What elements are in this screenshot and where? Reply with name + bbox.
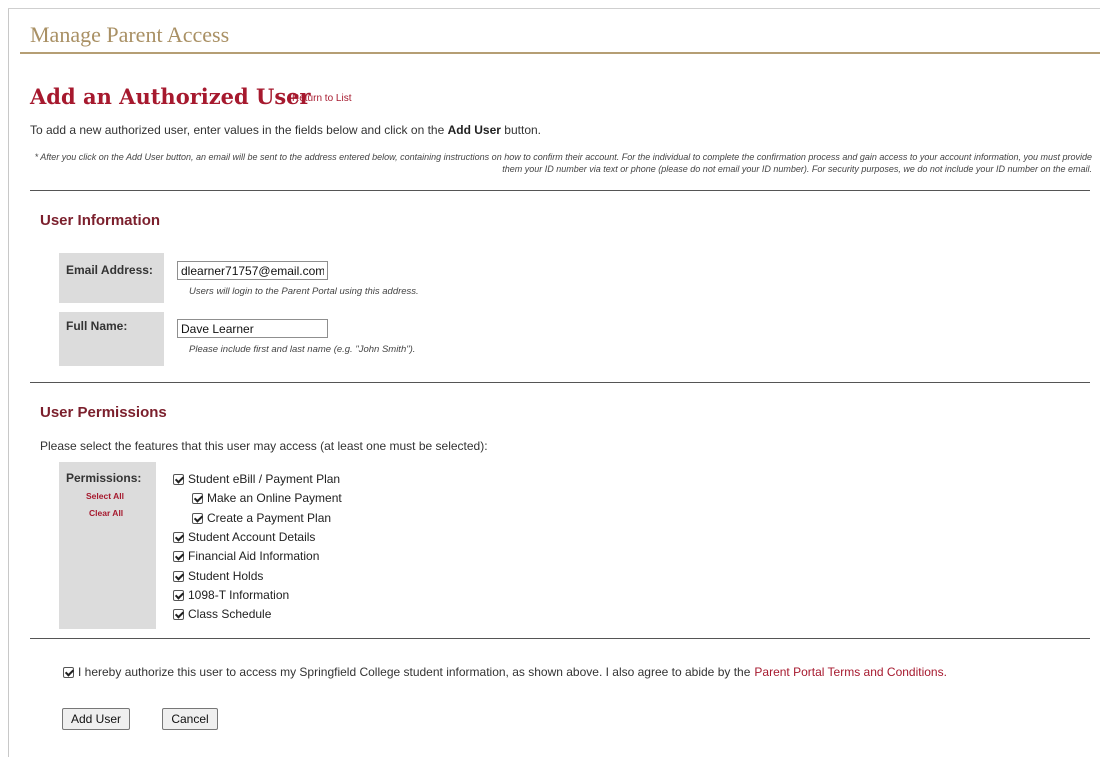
- permission-student-ebill[interactable]: Student eBill / Payment Plan: [173, 472, 340, 486]
- email-label-box: Email Address:: [59, 253, 164, 303]
- intro-text-before: To add a new authorized user, enter valu…: [30, 123, 445, 137]
- permission-online-payment[interactable]: Make an Online Payment: [192, 491, 342, 505]
- intro-text-bold: Add User: [447, 123, 501, 137]
- permission-1098t[interactable]: 1098-T Information: [173, 588, 289, 602]
- top-border: [8, 8, 1100, 9]
- confirmation-note: * After you click on the Add User button…: [34, 152, 1092, 174]
- permission-label: Student Holds: [188, 569, 264, 583]
- add-user-button[interactable]: Add User: [62, 708, 130, 730]
- checkbox-checked-icon[interactable]: [173, 531, 184, 543]
- clear-all-link[interactable]: Clear All: [89, 508, 123, 518]
- authorize-checkbox-checked-icon[interactable]: [63, 666, 74, 678]
- email-label: Email Address:: [66, 263, 153, 277]
- full-name-label: Full Name:: [66, 319, 128, 333]
- intro-text-after: button.: [504, 123, 541, 137]
- section-header: Manage Parent Access: [30, 22, 230, 47]
- permission-label: Student Account Details: [188, 530, 316, 544]
- user-permissions-heading: User Permissions: [40, 404, 167, 421]
- permissions-label-box: Permissions:: [59, 462, 156, 629]
- permission-student-holds[interactable]: Student Holds: [173, 569, 263, 583]
- permission-label: 1098-T Information: [188, 588, 290, 602]
- checkbox-checked-icon[interactable]: [192, 512, 203, 524]
- permission-label: Student eBill / Payment Plan: [188, 472, 341, 486]
- intro-text: To add a new authorized user, enter valu…: [30, 123, 541, 137]
- authorization-text: I hereby authorize this user to access m…: [78, 665, 751, 679]
- terms-and-conditions-link[interactable]: Parent Portal Terms and Conditions.: [754, 665, 947, 679]
- permission-label: Class Schedule: [188, 607, 272, 621]
- full-name-hint: Please include first and last name (e.g.…: [189, 344, 416, 355]
- full-name-field[interactable]: [177, 319, 328, 338]
- permission-payment-plan[interactable]: Create a Payment Plan: [192, 511, 331, 525]
- permission-account-details[interactable]: Student Account Details: [173, 530, 315, 544]
- cancel-button[interactable]: Cancel: [162, 708, 218, 730]
- permission-financial-aid[interactable]: Financial Aid Information: [173, 549, 319, 563]
- return-to-list-link[interactable]: Return to List: [292, 93, 351, 104]
- left-border: [8, 8, 9, 757]
- authorization-agreement: I hereby authorize this user to access m…: [63, 665, 947, 679]
- permission-class-schedule[interactable]: Class Schedule: [173, 607, 271, 621]
- permissions-intro: Please select the features that this use…: [40, 439, 488, 453]
- page-title: Add an Authorized User: [30, 84, 311, 109]
- divider: [30, 638, 1090, 639]
- checkbox-checked-icon[interactable]: [173, 608, 184, 620]
- select-all-link[interactable]: Select All: [86, 491, 124, 501]
- divider: [30, 382, 1090, 383]
- permission-label: Create a Payment Plan: [207, 511, 332, 525]
- checkbox-checked-icon[interactable]: [173, 550, 184, 562]
- checkbox-checked-icon[interactable]: [173, 473, 184, 485]
- email-field[interactable]: [177, 261, 328, 280]
- permission-label: Make an Online Payment: [207, 491, 342, 505]
- header-divider: [20, 52, 1100, 54]
- checkbox-checked-icon[interactable]: [192, 492, 203, 504]
- divider: [30, 190, 1090, 191]
- email-hint: Users will login to the Parent Portal us…: [189, 286, 419, 297]
- full-name-label-box: Full Name:: [59, 312, 164, 366]
- permissions-label: Permissions:: [66, 471, 142, 485]
- checkbox-checked-icon[interactable]: [173, 589, 184, 601]
- permission-label: Financial Aid Information: [188, 549, 320, 563]
- user-information-heading: User Information: [40, 212, 161, 229]
- checkbox-checked-icon[interactable]: [173, 570, 184, 582]
